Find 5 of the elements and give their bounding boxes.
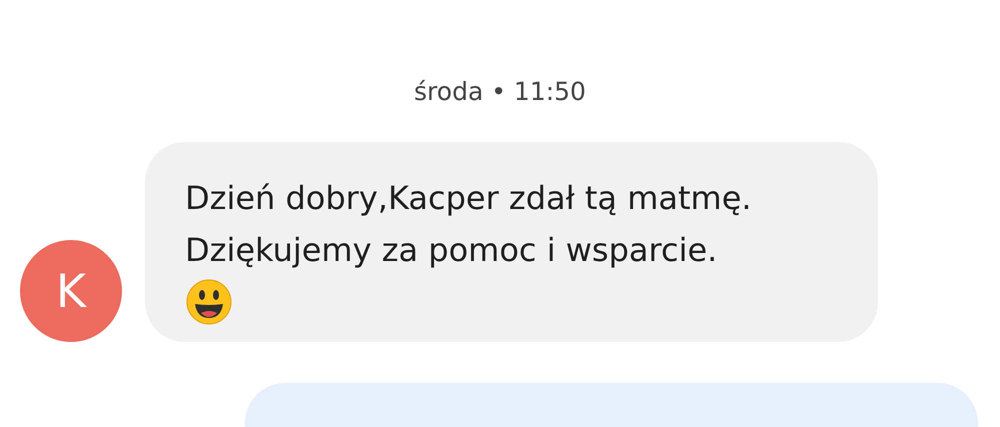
smiley-icon (185, 278, 233, 326)
message-text: Dziękujemy za pomoc i wsparcie. (185, 230, 718, 271)
avatar: K (20, 240, 122, 342)
message-text: Dzień dobry,Kacper zdał tą matmę. (185, 178, 752, 219)
timestamp: środa • 11:50 (414, 76, 586, 108)
